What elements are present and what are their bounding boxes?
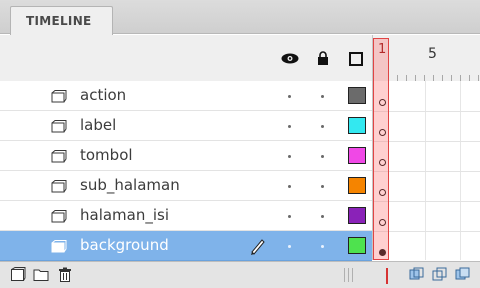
layer-list: action label tombol sub_halaman halaman_isib… xyxy=(0,81,372,261)
layer-name[interactable]: halaman_isi xyxy=(80,206,169,224)
ruler-tick xyxy=(406,75,407,81)
lock-icon[interactable] xyxy=(317,51,329,65)
onion-skin-outline-icon[interactable] xyxy=(432,267,448,282)
lock-toggle[interactable] xyxy=(321,185,324,188)
panel-divider-grip[interactable] xyxy=(344,268,356,282)
layer-name[interactable]: label xyxy=(80,116,116,134)
frame-number-5: 5 xyxy=(428,46,437,62)
layer-outline-color[interactable] xyxy=(348,87,366,104)
eye-icon[interactable] xyxy=(281,53,299,64)
ruler-tick xyxy=(415,75,416,81)
panel-tab-bar: TIMELINE xyxy=(0,0,480,35)
ruler-tick xyxy=(469,75,470,81)
ruler-tick xyxy=(442,75,443,81)
visibility-toggle[interactable] xyxy=(288,185,291,188)
new-folder-icon[interactable] xyxy=(33,267,49,282)
visibility-toggle[interactable] xyxy=(288,155,291,158)
outline-icon[interactable] xyxy=(349,52,363,66)
layer-row[interactable]: sub_halaman xyxy=(0,171,372,201)
visibility-toggle[interactable] xyxy=(288,95,291,98)
trash-icon[interactable] xyxy=(57,267,73,282)
new-layer-icon[interactable] xyxy=(10,267,26,282)
frame-row-line xyxy=(373,141,480,142)
layer-outline-color[interactable] xyxy=(348,207,366,224)
timeline-toolbar xyxy=(0,261,480,288)
frame-row-line xyxy=(373,201,480,202)
onion-skin-icon[interactable] xyxy=(409,267,425,282)
layer-outline-color[interactable] xyxy=(348,117,366,134)
timeline-tab-label: TIMELINE xyxy=(26,14,92,28)
layer-outline-color[interactable] xyxy=(348,237,366,254)
visibility-toggle[interactable] xyxy=(288,125,291,128)
layer-name[interactable]: sub_halaman xyxy=(80,176,180,194)
layer-outline-color[interactable] xyxy=(348,177,366,194)
frame-row-line xyxy=(373,171,480,172)
playhead-marker xyxy=(386,268,388,284)
lock-toggle[interactable] xyxy=(321,155,324,158)
layer-icon xyxy=(51,90,67,103)
pencil-icon xyxy=(251,239,265,255)
layer-icon xyxy=(51,210,67,223)
ruler-tick xyxy=(397,75,398,81)
layer-row[interactable]: action xyxy=(0,81,372,111)
ruler-tick xyxy=(451,75,452,81)
frame-row-line xyxy=(373,231,480,232)
lock-toggle[interactable] xyxy=(321,245,324,248)
layer-icon xyxy=(51,120,67,133)
timeline-tab[interactable]: TIMELINE xyxy=(10,6,113,35)
layer-name[interactable]: tombol xyxy=(80,146,133,164)
edit-multiple-frames-icon[interactable] xyxy=(455,267,471,282)
lock-toggle[interactable] xyxy=(321,215,324,218)
lock-toggle[interactable] xyxy=(321,125,324,128)
layer-row[interactable]: halaman_isi xyxy=(0,201,372,231)
layer-icon xyxy=(51,150,67,163)
layer-icon xyxy=(51,240,67,253)
layer-row[interactable]: label xyxy=(0,111,372,141)
layer-outline-color[interactable] xyxy=(348,147,366,164)
frame-ruler[interactable]: 1 5 xyxy=(373,35,480,81)
visibility-toggle[interactable] xyxy=(288,245,291,248)
ruler-tick xyxy=(478,75,479,81)
lock-toggle[interactable] xyxy=(321,95,324,98)
visibility-toggle[interactable] xyxy=(288,215,291,218)
layer-icon xyxy=(51,180,67,193)
layer-name[interactable]: background xyxy=(80,236,169,254)
ruler-tick xyxy=(433,75,434,81)
layer-name[interactable]: action xyxy=(80,86,126,104)
layer-row[interactable]: tombol xyxy=(0,141,372,171)
playhead[interactable] xyxy=(373,38,389,260)
layer-row[interactable]: background xyxy=(0,231,372,261)
frame-row-line xyxy=(373,111,480,112)
timeline-frames[interactable]: 1 5 xyxy=(372,35,480,262)
